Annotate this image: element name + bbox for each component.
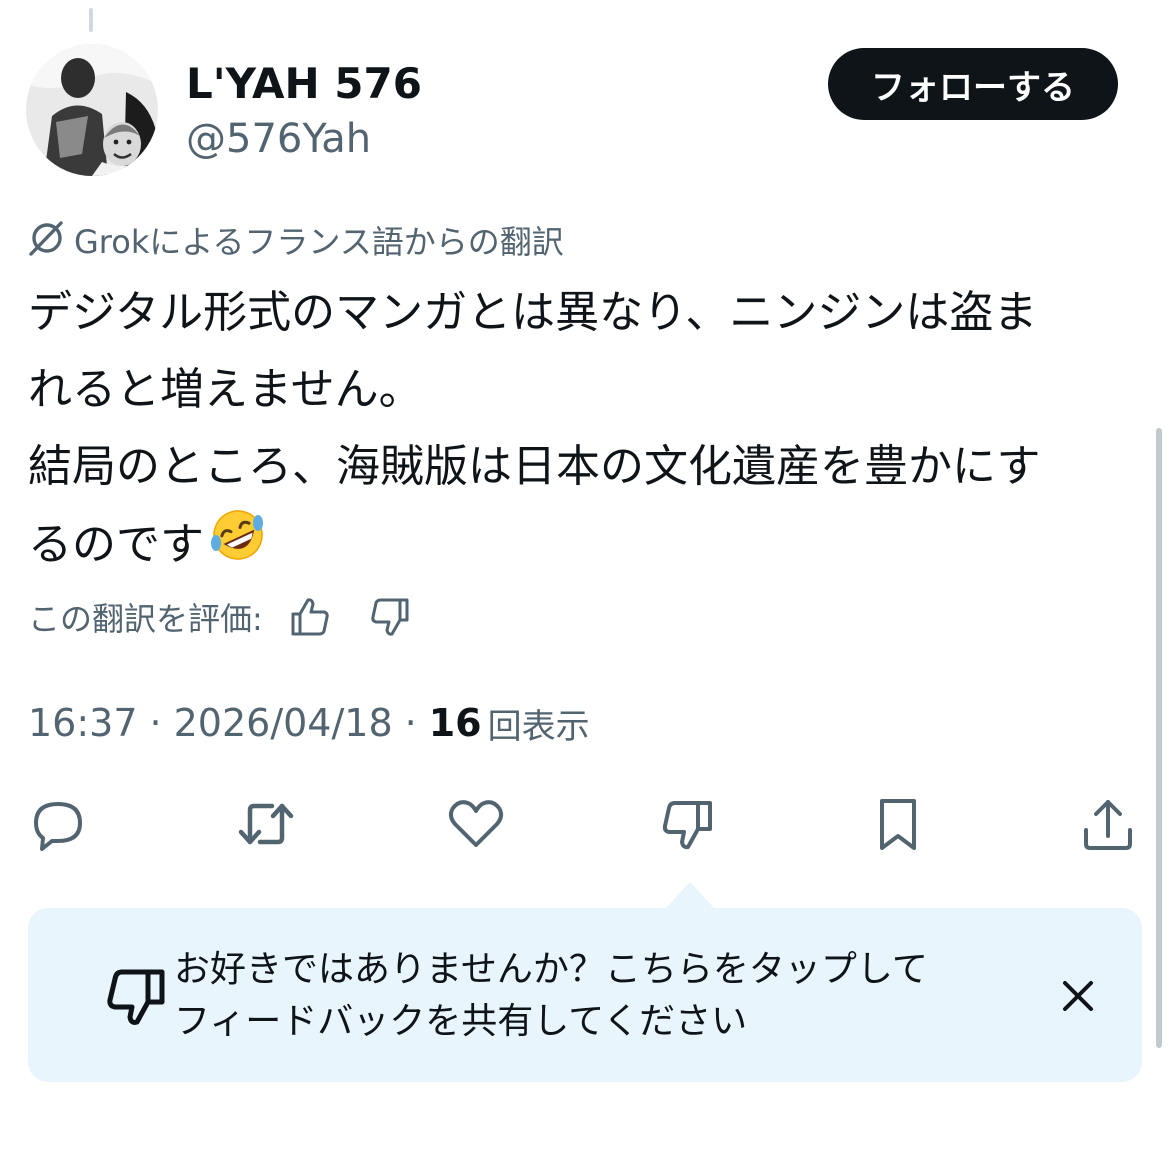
- author-display-name[interactable]: L'YAH 576: [186, 58, 422, 110]
- reply-icon[interactable]: [26, 792, 90, 856]
- share-icon[interactable]: [1076, 792, 1140, 856]
- tweet-time[interactable]: 16:37: [28, 701, 138, 745]
- close-icon[interactable]: [1054, 972, 1102, 1020]
- rolling-on-the-floor-laughing-emoji: [208, 505, 268, 589]
- thumbs-down-icon[interactable]: [369, 596, 411, 638]
- tweet-line: れると増えません。: [28, 364, 423, 415]
- feedback-tooltip-line: フィードバックを共有してください: [174, 1001, 748, 1042]
- thread-connector-line: [89, 8, 93, 32]
- thumbs-down-icon: [104, 966, 168, 1034]
- bookmark-icon[interactable]: [866, 792, 930, 856]
- tweet-line-last: るのです: [28, 505, 1140, 589]
- meta-separator: ·: [404, 701, 417, 745]
- feedback-tooltip-text: お好きではありませんか？こちらをタップして フィードバックを共有してください: [174, 944, 928, 1048]
- follow-button[interactable]: フォローする: [828, 48, 1118, 120]
- retweet-icon[interactable]: [234, 792, 298, 856]
- tweet-text: デジタル形式のマンガとは異なり、ニンジンは盗ま れると増えません。 結局のところ…: [28, 274, 1140, 589]
- feedback-tooltip-line: お好きではありませんか？こちらをタップして: [174, 949, 928, 990]
- tweet-line: デジタル形式のマンガとは異なり、ニンジンは盗ま: [28, 287, 1038, 338]
- tweet-line: 結局のところ、海賊版は日本の文化遺産を豊かにす: [28, 441, 1041, 492]
- scrollbar[interactable]: [1156, 428, 1162, 1048]
- tweet-metadata: 16:37 · 2026/04/18 · 16 回表示: [28, 698, 590, 748]
- author-handle[interactable]: @576Yah: [186, 114, 371, 164]
- dislike-icon[interactable]: [656, 792, 720, 856]
- feedback-tooltip[interactable]: お好きではありませんか？こちらをタップして フィードバックを共有してください: [28, 908, 1142, 1082]
- tweet-action-bar: [26, 792, 1136, 856]
- tweet-line: るのです: [28, 519, 204, 570]
- thumbs-up-icon[interactable]: [289, 596, 331, 638]
- translation-source-label: Grokによるフランス語からの翻訳: [74, 223, 564, 261]
- translation-attribution[interactable]: Grokによるフランス語からの翻訳: [26, 218, 564, 262]
- tooltip-pointer: [664, 882, 716, 910]
- avatar[interactable]: [26, 44, 158, 176]
- meta-separator: ·: [149, 701, 162, 745]
- tweet-detail-view: L'YAH 576 @576Yah フォローする Grokによるフランス語からの…: [0, 0, 1170, 1170]
- like-icon[interactable]: [444, 792, 508, 856]
- tweet-date[interactable]: 2026/04/18: [174, 701, 393, 745]
- views-count[interactable]: 16: [429, 701, 482, 745]
- grok-icon: [26, 218, 66, 262]
- translation-rating: この翻訳を評価:: [28, 592, 411, 642]
- views-label: 回表示: [487, 706, 590, 747]
- rate-translation-label: この翻訳を評価:: [28, 600, 263, 638]
